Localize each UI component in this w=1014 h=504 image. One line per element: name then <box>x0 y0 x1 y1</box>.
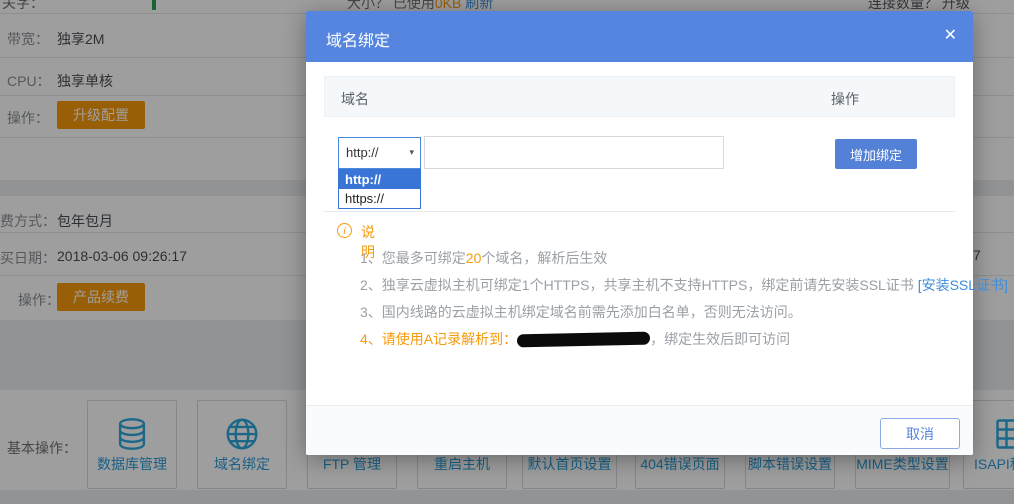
notice-text: ，绑定生效后即可访问 <box>650 331 790 347</box>
divider <box>324 211 955 212</box>
option-http[interactable]: http:// <box>339 170 420 189</box>
protocol-dropdown-list: http:// https:// <box>338 169 421 209</box>
option-https[interactable]: https:// <box>339 189 420 208</box>
domain-binding-dialog: 域名绑定 ✕ 域名 操作 http:// ▾ 增加绑定 http:// http… <box>306 11 973 455</box>
notice-item-4: 4、请使用A记录解析到： ，绑定生效后即可访问 <box>360 329 790 349</box>
domain-table-header: 域名 操作 <box>324 76 955 117</box>
cancel-button[interactable]: 取消 <box>880 418 960 449</box>
virtual-host-console-screen: 关字： 大小？ 已使用0KB 刷新 连接数量？ 升级 带宽： 独享2M CPU：… <box>0 0 1014 504</box>
dialog-title: 域名绑定 <box>326 27 390 51</box>
notice-text: 1、您最多可绑定 <box>360 250 466 266</box>
dialog-footer: 取消 <box>306 405 973 455</box>
install-ssl-cert-link[interactable]: [安装SSL证书] <box>918 277 1008 293</box>
notice-text: 2、独享云虚拟主机可绑定1个HTTPS，共享主机不支持HTTPS，绑定前请先安装… <box>360 277 918 293</box>
chevron-down-icon: ▾ <box>409 147 414 158</box>
notice-item-3: 3、国内线路的云虚拟主机绑定域名前需先添加白名单，否则无法访问。 <box>360 302 802 322</box>
redacted-ip-blob <box>517 332 650 348</box>
add-binding-button[interactable]: 增加绑定 <box>835 139 917 169</box>
info-icon: i <box>337 223 352 238</box>
dialog-header: 域名绑定 ✕ <box>306 11 973 62</box>
domain-input[interactable] <box>424 136 724 169</box>
notice-highlight: 20 <box>466 250 482 266</box>
protocol-selected-value: http:// <box>346 145 379 160</box>
notice-orange-text: 4、请使用A记录解析到： <box>360 331 517 347</box>
column-action: 操作 <box>831 89 859 109</box>
protocol-select[interactable]: http:// ▾ <box>338 137 421 169</box>
notice-item-2: 2、独享云虚拟主机可绑定1个HTTPS，共享主机不支持HTTPS，绑定前请先安装… <box>360 275 1008 295</box>
notice-text: 个域名，解析后生效 <box>481 250 607 266</box>
column-domain: 域名 <box>341 89 369 109</box>
notice-item-1: 1、您最多可绑定20个域名，解析后生效 <box>360 248 607 268</box>
close-icon[interactable]: ✕ <box>944 26 957 46</box>
notice-text: 3、国内线路的云虚拟主机绑定域名前需先添加白名单，否则无法访问。 <box>360 304 802 320</box>
